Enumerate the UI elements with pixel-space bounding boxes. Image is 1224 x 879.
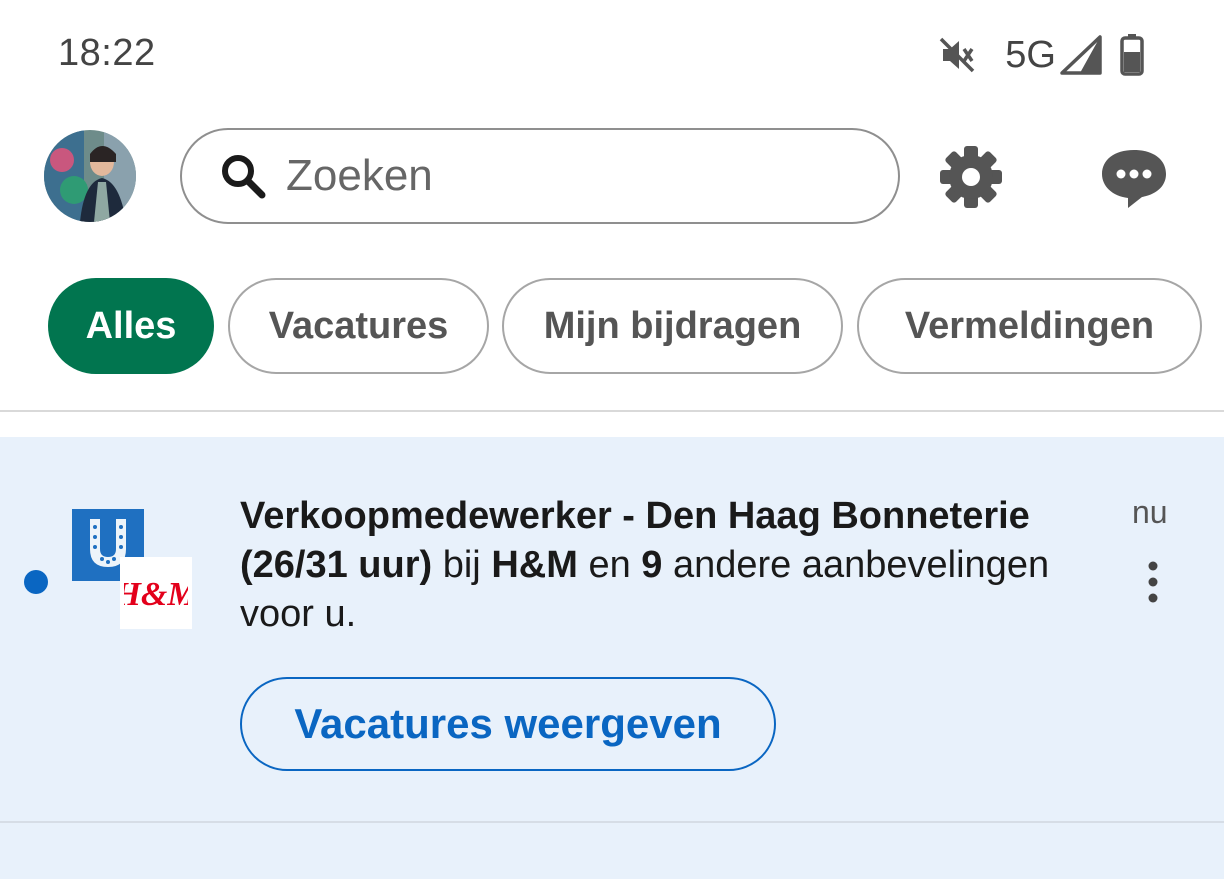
- recommendation-count: 9: [641, 544, 663, 586]
- search-icon: [222, 155, 266, 199]
- status-icons: 5G: [937, 32, 1144, 78]
- filter-chip-mentions[interactable]: Vermeldingen: [857, 278, 1202, 374]
- search-placeholder: Zoeken: [286, 151, 433, 200]
- hm-logo: H&M: [120, 557, 192, 629]
- network-type: 5G: [1005, 33, 1056, 76]
- avatar-photo: [44, 130, 136, 222]
- status-bar: 18:22 5G: [0, 0, 1224, 110]
- more-options-icon[interactable]: [1136, 558, 1170, 606]
- battery-icon: [1120, 34, 1144, 76]
- status-time: 18:22: [58, 32, 156, 74]
- filter-chip-jobs[interactable]: Vacatures: [228, 278, 489, 374]
- unread-indicator: [24, 570, 48, 594]
- filter-chip-my-posts[interactable]: Mijn bijdragen: [502, 278, 843, 374]
- svg-text:H&M: H&M: [124, 576, 188, 613]
- messages-icon[interactable]: [1098, 146, 1170, 210]
- company-name: H&M: [491, 544, 578, 586]
- next-notification-card[interactable]: [0, 823, 1224, 879]
- notification-text: Verkoopmedewerker - Den Haag Bonneterie …: [240, 495, 1050, 635]
- divider: [0, 410, 1224, 412]
- notification-time: nu: [1132, 494, 1168, 530]
- top-bar: Zoeken: [0, 110, 1224, 250]
- signal-icon: [1060, 35, 1102, 75]
- view-jobs-button[interactable]: Vacatures weergeven: [240, 677, 776, 771]
- filter-chips: Alles Vacatures Mijn bijdragen Vermeldin…: [0, 278, 1224, 374]
- search-input[interactable]: Zoeken: [180, 128, 900, 224]
- profile-avatar[interactable]: [44, 130, 136, 222]
- filter-chip-all[interactable]: Alles: [48, 278, 214, 374]
- gear-icon[interactable]: [938, 144, 1004, 210]
- mute-icon: [940, 37, 975, 73]
